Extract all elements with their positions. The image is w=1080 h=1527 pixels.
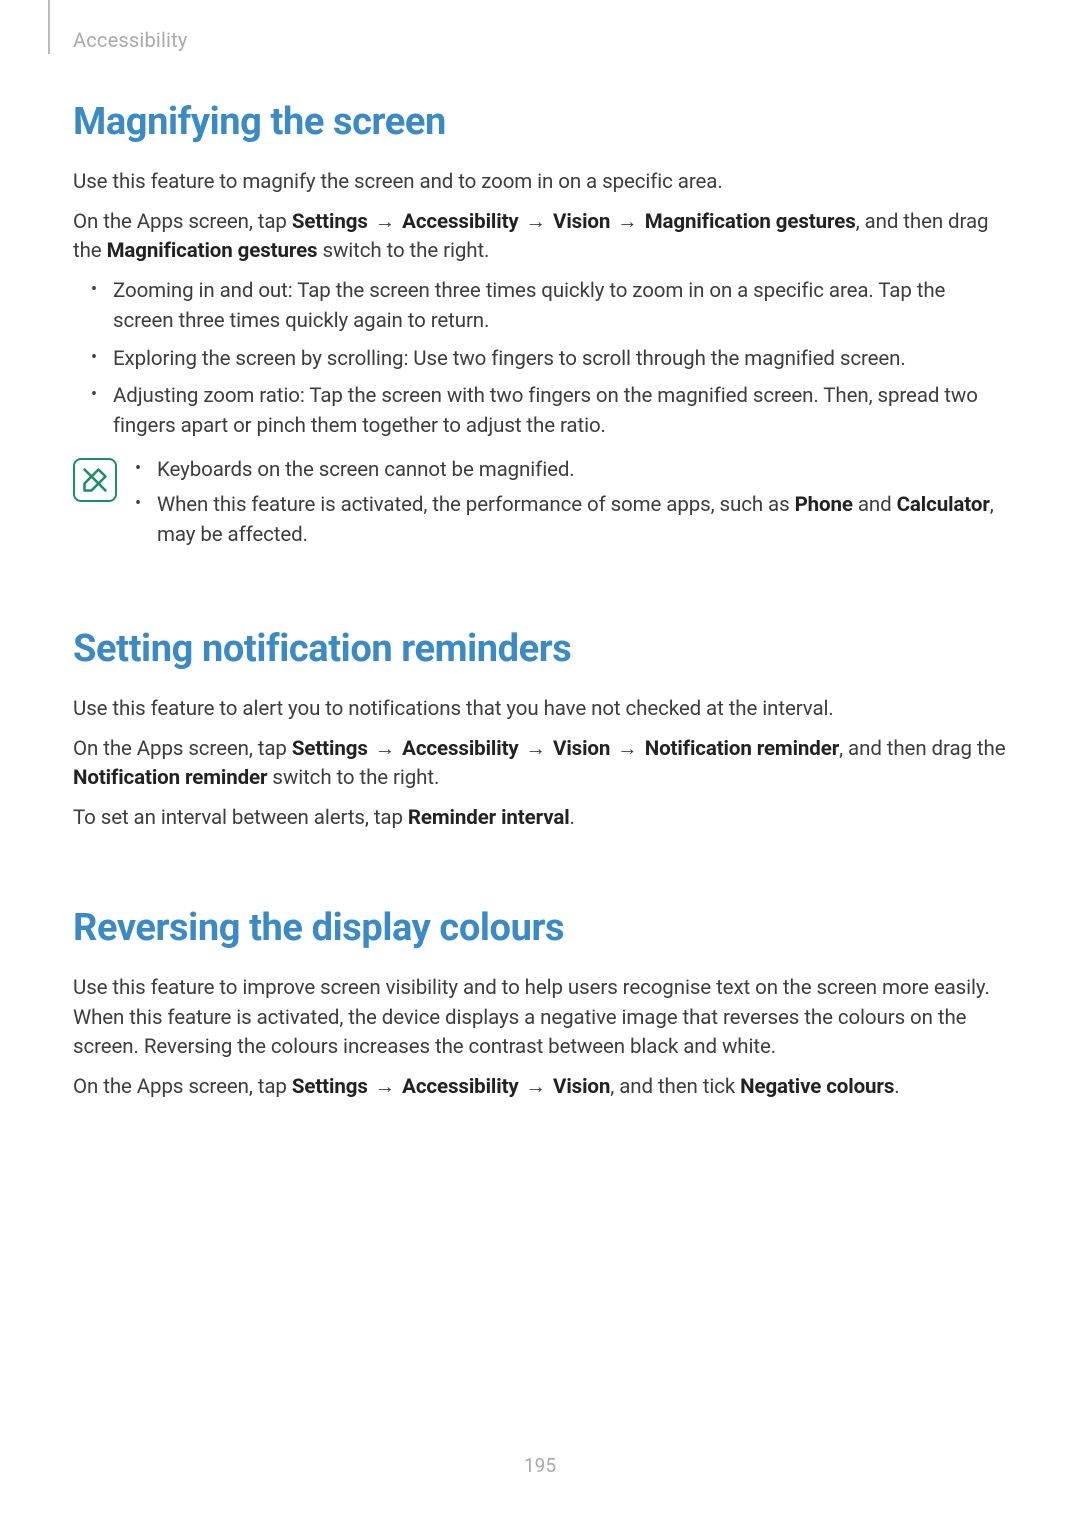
heading-reverse-colours: Reversing the display colours [73, 906, 1007, 950]
list-item: Adjusting zoom ratio: Tap the screen wit… [113, 382, 1007, 441]
nav-notification-reminder-switch: Notification reminder [73, 766, 267, 790]
magnify-nav-path: On the Apps screen, tap Settings → Acces… [73, 208, 1007, 267]
text: When this feature is activated, the perf… [157, 493, 795, 517]
nav-accessibility: Accessibility [402, 210, 518, 234]
text: and [853, 493, 897, 517]
list-item: Exploring the screen by scrolling: Use t… [113, 345, 1007, 375]
nav-vision: Vision [553, 210, 610, 234]
text: On the Apps screen, tap [73, 737, 292, 761]
page-content: Magnifying the screen Use this feature t… [73, 100, 1007, 1113]
text: switch to the right. [318, 239, 490, 263]
text: On the Apps screen, tap [73, 210, 292, 234]
nav-settings: Settings [292, 1075, 368, 1099]
app-phone: Phone [795, 493, 853, 517]
app-calculator: Calculator [897, 493, 990, 517]
arrow-icon: → [373, 735, 397, 765]
text: , and then drag the [839, 737, 1005, 761]
reverse-nav-path: On the Apps screen, tap Settings → Acces… [73, 1073, 1007, 1103]
arrow-icon: → [615, 208, 639, 238]
text: To set an interval between alerts, tap [73, 806, 408, 830]
text: . [570, 806, 575, 830]
nav-accessibility: Accessibility [402, 1075, 518, 1099]
header-vertical-rule [48, 0, 50, 54]
text: switch to the right. [267, 766, 439, 790]
magnify-bullet-list: Zooming in and out: Tap the screen three… [73, 277, 1007, 442]
nav-notification-reminder: Notification reminder [645, 737, 839, 761]
note-content: Keyboards on the screen cannot be magnif… [135, 456, 1007, 557]
page-number: 195 [0, 1454, 1080, 1477]
note-item: When this feature is activated, the perf… [157, 491, 1007, 550]
list-item: Zooming in and out: Tap the screen three… [113, 277, 1007, 336]
note-item: Keyboards on the screen cannot be magnif… [157, 456, 1007, 486]
arrow-icon: → [524, 208, 548, 238]
nav-settings: Settings [292, 210, 368, 234]
reverse-intro: Use this feature to improve screen visib… [73, 974, 1007, 1063]
breadcrumb: Accessibility [73, 28, 188, 52]
arrow-icon: → [373, 1073, 397, 1103]
nav-negative-colours: Negative colours [740, 1075, 894, 1099]
heading-reminders: Setting notification reminders [73, 627, 1007, 671]
reminders-intro: Use this feature to alert you to notific… [73, 695, 1007, 725]
arrow-icon: → [524, 735, 548, 765]
reminder-interval: Reminder interval [408, 806, 570, 830]
nav-magnification-gestures: Magnification gestures [645, 210, 856, 234]
heading-magnify: Magnifying the screen [73, 100, 1007, 144]
note-icon [73, 458, 117, 502]
text: . [894, 1075, 899, 1099]
nav-vision: Vision [553, 1075, 610, 1099]
nav-vision: Vision [553, 737, 610, 761]
nav-accessibility: Accessibility [402, 737, 518, 761]
arrow-icon: → [524, 1073, 548, 1103]
reminders-nav-path: On the Apps screen, tap Settings → Acces… [73, 735, 1007, 794]
arrow-icon: → [373, 208, 397, 238]
nav-magnification-gestures-switch: Magnification gestures [107, 239, 318, 263]
magnify-intro: Use this feature to magnify the screen a… [73, 168, 1007, 198]
reminders-interval: To set an interval between alerts, tap R… [73, 804, 1007, 834]
arrow-icon: → [615, 735, 639, 765]
note-block: Keyboards on the screen cannot be magnif… [73, 456, 1007, 557]
nav-settings: Settings [292, 737, 368, 761]
text: , and then tick [610, 1075, 740, 1099]
text: On the Apps screen, tap [73, 1075, 292, 1099]
